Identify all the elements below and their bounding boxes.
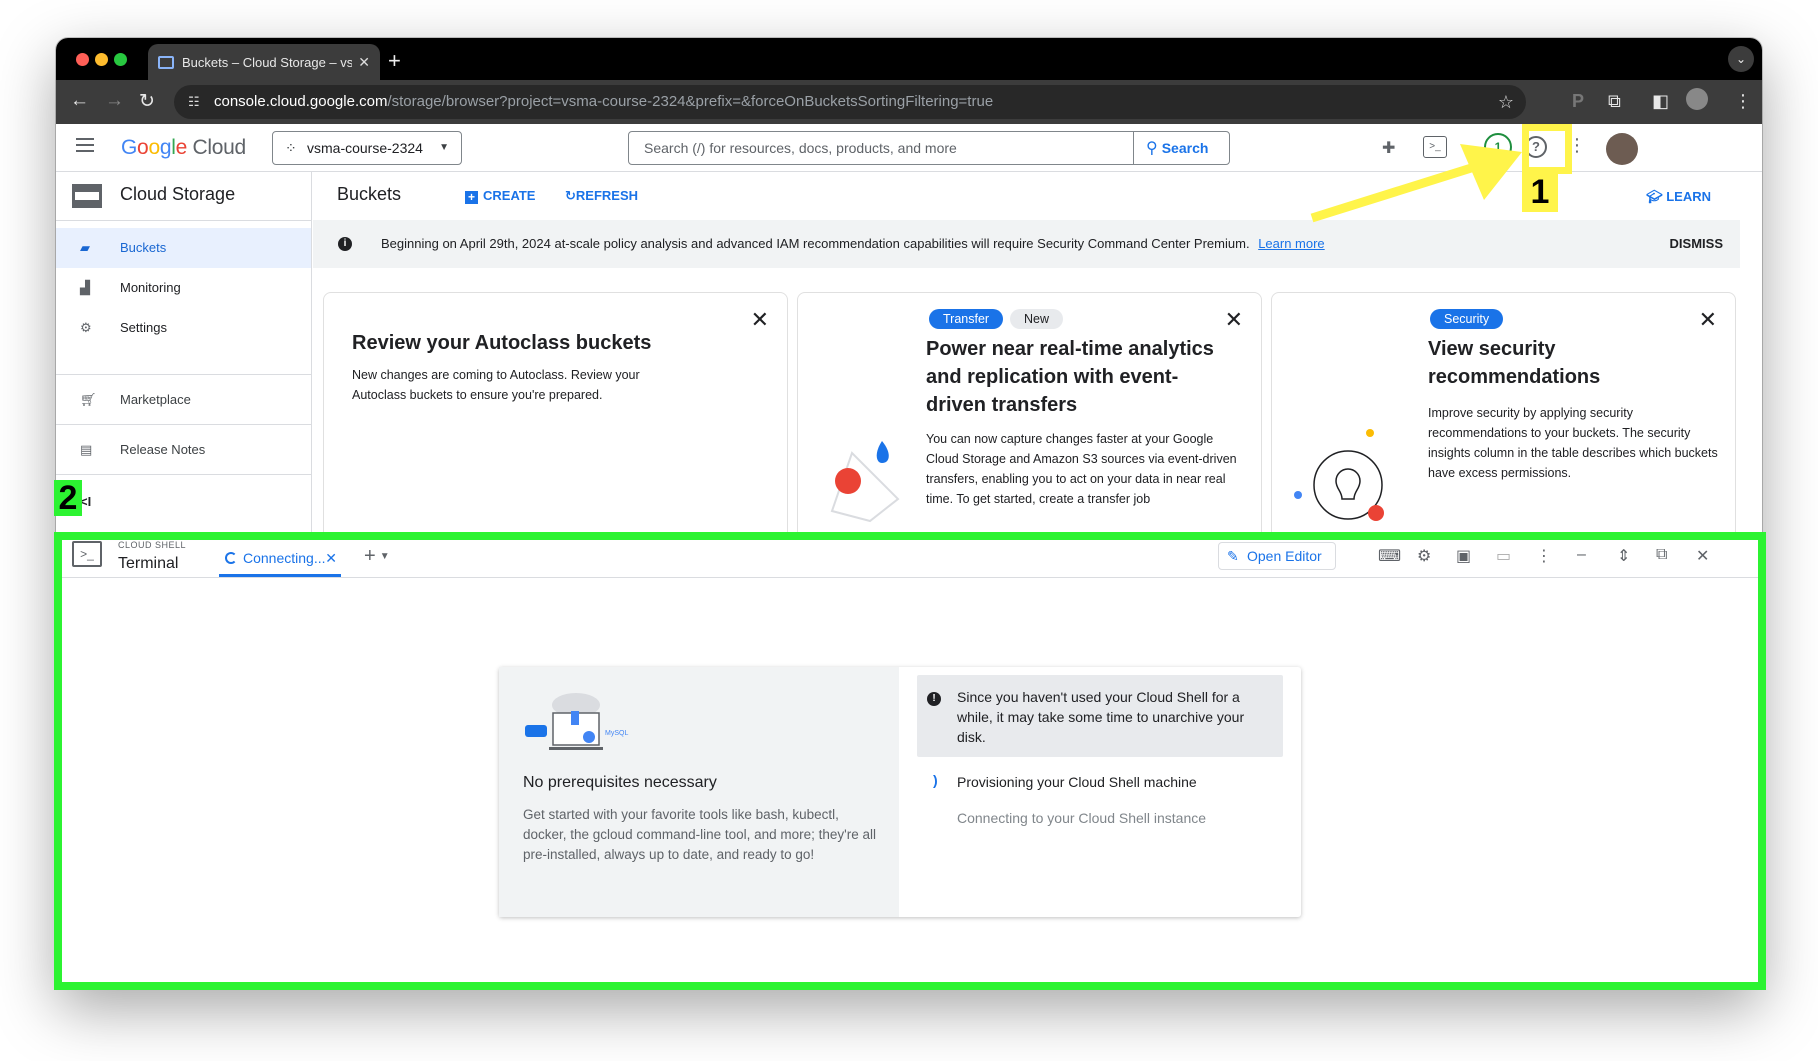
sidebar-item-label: Buckets xyxy=(120,240,167,255)
sidebar-item-monitoring[interactable]: ▟ Monitoring xyxy=(56,268,311,308)
close-icon[interactable]: ✕ xyxy=(1699,307,1717,333)
search-placeholder: Search (/) for resources, docs, products… xyxy=(644,140,957,156)
close-icon[interactable]: ✕ xyxy=(1225,307,1243,333)
search-bar[interactable]: Search (/) for resources, docs, products… xyxy=(628,131,1230,165)
divider xyxy=(56,374,312,375)
browser-menu-icon[interactable]: ⋮ xyxy=(1734,91,1752,112)
main-content: Buckets + CREATE ↻REFRESH 🎓︎ LEARN i Begi… xyxy=(313,172,1762,532)
project-name: vsma-course-2324 xyxy=(307,140,423,156)
logo-google-text: Google xyxy=(121,136,187,159)
card-body: New changes are coming to Autoclass. Rev… xyxy=(352,368,640,402)
dismiss-button[interactable]: DISMISS xyxy=(1670,220,1723,268)
url-host: console.cloud.google.com xyxy=(214,93,388,110)
tab-search-chevron-icon[interactable]: ⌄ xyxy=(1728,46,1754,72)
new-chip: New xyxy=(1010,309,1064,329)
cloud-storage-icon xyxy=(72,184,102,208)
transfer-card: ✕ Transfer New Power near real-time anal… xyxy=(797,292,1262,532)
minimize-window-button[interactable] xyxy=(95,53,108,66)
transfer-chip: Transfer xyxy=(929,309,1004,329)
divider xyxy=(56,424,312,425)
project-picker[interactable]: ⁘ vsma-course-2324 ▼ xyxy=(272,131,462,165)
new-tab-button[interactable]: + xyxy=(388,48,401,74)
sidebar-item-label: Settings xyxy=(120,320,167,335)
search-icon: ⚲ xyxy=(1146,140,1158,157)
sidebar: Cloud Storage ▰ Buckets ▟ Monitoring ⚙ S… xyxy=(56,172,312,532)
sidebar-title: Cloud Storage xyxy=(120,184,236,204)
gear-icon: ⚙ xyxy=(80,320,92,335)
plus-icon: + xyxy=(465,191,478,204)
forward-arrow-icon[interactable]: → xyxy=(105,90,124,112)
bucket-icon: ▰ xyxy=(80,240,90,255)
notes-icon: ▤ xyxy=(80,442,93,457)
storage-favicon-icon xyxy=(158,55,174,69)
caret-down-icon: ▼ xyxy=(439,142,449,153)
annotation-arrow xyxy=(1310,144,1522,223)
project-tree-icon: ⁘ xyxy=(285,140,297,156)
sidebar-item-label: Marketplace xyxy=(120,392,191,407)
refresh-icon: ↻ xyxy=(565,188,576,203)
extensions-puzzle-icon[interactable]: ⧉ xyxy=(1608,91,1621,112)
sidebar-item-buckets[interactable]: ▰ Buckets xyxy=(56,228,311,268)
tab-title: Buckets – Cloud Storage – vs xyxy=(182,54,353,70)
address-bar[interactable]: ☷ console.cloud.google.com/storage/brows… xyxy=(174,85,1526,119)
security-chip: Security xyxy=(1430,309,1504,329)
tab-bar: Buckets – Cloud Storage – vs ✕ + ⌄ xyxy=(56,38,1762,80)
hamburger-menu-icon[interactable] xyxy=(76,138,94,152)
divider xyxy=(56,220,312,221)
search-button-label: Search xyxy=(1161,140,1209,156)
security-bulb-illustration xyxy=(1294,429,1384,521)
card-title: View security recommendations xyxy=(1428,338,1601,388)
google-cloud-logo[interactable]: Google Cloud xyxy=(121,136,246,160)
sidebar-item-release-notes[interactable]: ▤ Release Notes xyxy=(56,430,311,470)
card-title: Power near real-time analytics and repli… xyxy=(926,338,1214,416)
transfer-illustration xyxy=(830,441,900,523)
learn-more-link[interactable]: Learn more xyxy=(1258,236,1324,251)
page-title: Buckets xyxy=(337,184,402,204)
refresh-label: REFRESH xyxy=(575,188,639,203)
site-settings-icon[interactable]: ☷ xyxy=(188,85,200,119)
card-title: Review your Autoclass buckets xyxy=(352,332,652,354)
card-body: You can now capture changes faster at yo… xyxy=(926,432,1237,506)
browser-toolbar: ← → ↻ ☷ console.cloud.google.com/storage… xyxy=(56,80,1762,124)
url-path: /storage/browser?project=vsma-course-232… xyxy=(387,93,994,110)
cart-icon: 🛒︎ xyxy=(80,392,97,407)
sidebar-item-label: Monitoring xyxy=(120,280,181,295)
reload-icon[interactable]: ↻ xyxy=(139,90,155,113)
bookmark-star-icon[interactable]: ☆ xyxy=(1498,85,1514,119)
create-label: CREATE xyxy=(483,188,536,203)
info-icon: i xyxy=(338,237,352,251)
sidebar-item-settings[interactable]: ⚙ Settings xyxy=(56,308,311,348)
sidebar-item-label: Release Notes xyxy=(120,442,206,457)
refresh-button[interactable]: ↻REFRESH xyxy=(565,188,638,204)
banner-text: Beginning on April 29th, 2024 at-scale p… xyxy=(381,236,1250,251)
close-icon[interactable]: ✕ xyxy=(751,307,769,333)
school-cap-icon: 🎓︎ xyxy=(1646,189,1667,204)
security-card: ✕ Security View security recommendations… xyxy=(1271,292,1736,532)
zoom-window-button[interactable] xyxy=(114,53,127,66)
logo-cloud-text: Cloud xyxy=(192,136,247,159)
autoclass-card: ✕ Review your Autoclass buckets New chan… xyxy=(323,292,788,532)
browser-tab[interactable]: Buckets – Cloud Storage – vs ✕ xyxy=(148,44,380,80)
highlight-cloud-shell-box xyxy=(54,532,1766,990)
search-button[interactable]: ⚲ Search xyxy=(1133,132,1229,164)
profile-avatar-icon[interactable] xyxy=(1686,88,1708,110)
extension-p-icon[interactable]: P xyxy=(1572,91,1584,112)
annotation-label-2: 2 xyxy=(54,480,82,516)
side-panel-icon[interactable]: ◧ xyxy=(1652,91,1669,112)
sidebar-item-marketplace[interactable]: 🛒︎ Marketplace xyxy=(56,380,311,420)
card-body: Improve security by applying security re… xyxy=(1428,406,1718,480)
divider xyxy=(56,474,312,475)
account-avatar[interactable] xyxy=(1606,133,1638,165)
chart-icon: ▟ xyxy=(80,280,90,295)
learn-button[interactable]: 🎓︎ LEARN xyxy=(1646,189,1711,205)
close-tab-icon[interactable]: ✕ xyxy=(358,54,370,71)
back-arrow-icon[interactable]: ← xyxy=(70,90,89,112)
close-window-button[interactable] xyxy=(76,53,89,66)
learn-label: LEARN xyxy=(1666,189,1711,204)
create-button[interactable]: + CREATE xyxy=(465,188,535,204)
